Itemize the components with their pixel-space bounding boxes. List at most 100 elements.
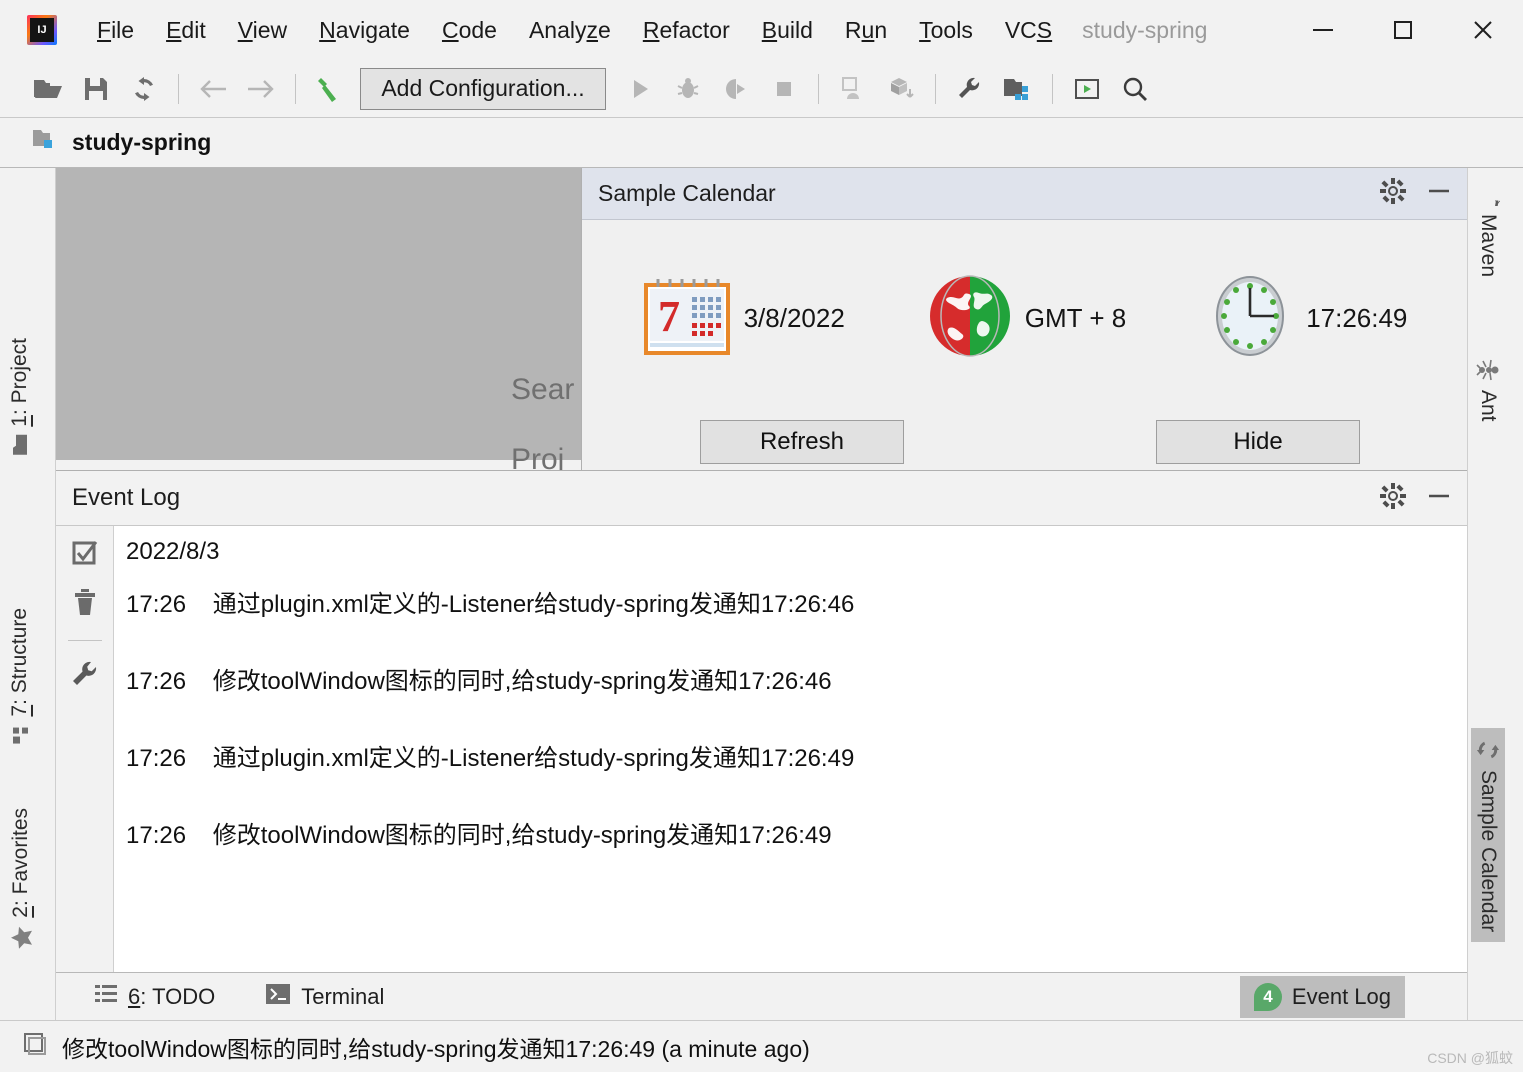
- sidebar-item-structure[interactable]: 7: Structure: [8, 608, 32, 745]
- gear-icon[interactable]: [1379, 177, 1407, 210]
- project-structure-icon[interactable]: [994, 66, 1042, 112]
- bottom-tab-terminal[interactable]: Terminal: [251, 976, 398, 1018]
- minimize-icon[interactable]: [1425, 482, 1453, 515]
- event-log-entry: 17:26 修改toolWindow图标的同时,给study-spring发通知…: [126, 815, 1467, 850]
- entry-time: 17:26: [126, 668, 187, 695]
- bottom-tab-event-log[interactable]: 4 Event Log: [1239, 975, 1405, 1018]
- watermark: CSDN @狐蚊: [1427, 1050, 1513, 1066]
- menu-item-code[interactable]: Code: [426, 13, 513, 48]
- menu-item-vcs[interactable]: VCS: [989, 13, 1068, 48]
- menu-item-analyze[interactable]: Analyze: [513, 13, 627, 48]
- event-log-toolbar: [56, 526, 114, 972]
- event-log-toolbar-separator: [67, 640, 102, 641]
- menu-bar: File Edit View Navigate Code Analyze Ref…: [81, 13, 1068, 48]
- save-icon[interactable]: [72, 66, 120, 112]
- run-icon: [616, 66, 664, 112]
- svg-text:7: 7: [658, 292, 680, 341]
- open-folder-icon[interactable]: [24, 66, 72, 112]
- center-area: Sear Proj Sample Calendar 7 3/8/2022 GMT…: [56, 168, 1467, 1020]
- build-hammer-icon[interactable]: [306, 66, 354, 112]
- clock-icon: [1206, 272, 1294, 365]
- sidebar-item-sample-calendar[interactable]: Sample Calendar: [1471, 728, 1505, 943]
- gear-icon[interactable]: [1379, 482, 1407, 515]
- sample-calendar-header: Sample Calendar: [582, 168, 1467, 220]
- entry-message: 通过plugin.xml定义的-Listener给study-spring发通知…: [212, 745, 855, 772]
- calendar-button-row: Refresh Hide: [582, 420, 1467, 464]
- svg-text:m: m: [1494, 193, 1500, 206]
- structure-squares-icon: [8, 725, 32, 745]
- status-bar-message: 修改toolWindow图标的同时,给study-spring发通知17:26:…: [62, 1035, 810, 1062]
- event-log-date-header: 2022/8/3: [126, 538, 220, 565]
- folder-icon: [8, 434, 32, 455]
- sidebar-item-favorites[interactable]: 2: Favorites: [8, 808, 34, 950]
- entry-message: 修改toolWindow图标的同时,给study-spring发通知17:26:…: [212, 822, 832, 849]
- window-controls: [1283, 2, 1523, 58]
- toolbar-separator: [295, 73, 296, 104]
- entry-message: 通过plugin.xml定义的-Listener给study-spring发通知…: [212, 591, 855, 618]
- event-log-content[interactable]: 2022/8/3 17:26 通过plugin.xml定义的-Listener给…: [114, 526, 1467, 972]
- search-everywhere-icon[interactable]: [1111, 66, 1159, 112]
- menu-item-run[interactable]: Run: [829, 13, 903, 48]
- run-anything-icon[interactable]: [1063, 66, 1111, 112]
- breadcrumb-project-label: study-spring: [72, 129, 212, 155]
- menu-item-build[interactable]: Build: [746, 13, 829, 48]
- entry-time: 17:26: [126, 591, 187, 618]
- forward-arrow-icon: [237, 66, 285, 112]
- entry-message: 修改toolWindow图标的同时,给study-spring发通知17:26:…: [212, 668, 832, 695]
- window-title: study-spring: [1082, 16, 1208, 43]
- stop-icon: [760, 66, 808, 112]
- calendar-timezone-cell: GMT + 8: [927, 273, 1126, 364]
- event-log-main: 2022/8/3 17:26 通过plugin.xml定义的-Listener给…: [56, 525, 1467, 972]
- add-configuration-button[interactable]: Add Configuration...: [360, 67, 606, 110]
- calendar-icon: 7: [642, 273, 732, 364]
- calendar-time-cell: 17:26:49: [1206, 272, 1407, 365]
- sample-calendar-title: Sample Calendar: [598, 180, 776, 206]
- intellij-window: File Edit View Navigate Code Analyze Ref…: [0, 0, 1523, 1072]
- editor-region: Sear Proj Sample Calendar 7 3/8/2022 GMT…: [56, 168, 1467, 470]
- ant-icon: [1476, 358, 1500, 382]
- mark-all-read-icon[interactable]: [70, 538, 100, 573]
- sidebar-item-project[interactable]: 1: Project: [8, 338, 32, 455]
- event-log-tool-window: Event Log 2022/8/3 17:26 通过plugin.xml定义的…: [56, 470, 1467, 972]
- menu-item-edit[interactable]: Edit: [150, 13, 222, 48]
- close-button[interactable]: [1443, 2, 1523, 58]
- sidebar-item-maven-label: Maven: [1477, 214, 1500, 278]
- event-log-entry: 17:26 修改toolWindow图标的同时,给study-spring发通知…: [126, 661, 1467, 696]
- menu-item-file[interactable]: File: [81, 13, 150, 48]
- toolbar-separator: [818, 73, 819, 104]
- sidebar-item-maven[interactable]: m Maven: [1476, 182, 1510, 278]
- refresh-button[interactable]: Refresh: [700, 420, 904, 464]
- bottom-tab-terminal-label: Terminal: [301, 983, 385, 1009]
- calendar-timezone-value: GMT + 8: [1024, 303, 1127, 333]
- update-project-icon: [877, 66, 925, 112]
- sidebar-item-ant[interactable]: Ant: [1476, 358, 1500, 422]
- left-tool-window-strip: 1: Project 7: Structure 2: Favorites: [0, 168, 56, 1020]
- sidebar-item-sample-calendar-label: Sample Calendar: [1477, 770, 1500, 933]
- hide-button[interactable]: Hide: [1156, 420, 1360, 464]
- settings-wrench-icon[interactable]: [946, 66, 994, 112]
- menu-item-view[interactable]: View: [222, 13, 303, 48]
- menu-item-refactor[interactable]: Refactor: [627, 13, 746, 48]
- intellij-logo-icon: [27, 15, 57, 45]
- workspace: 1: Project 7: Structure 2: Favorites Sea…: [0, 168, 1523, 1020]
- breadcrumb: study-spring: [0, 118, 1523, 168]
- delete-icon[interactable]: [71, 587, 99, 622]
- settings-wrench-icon[interactable]: [70, 659, 100, 694]
- editor-hint-search: Sear: [511, 373, 575, 406]
- bottom-tab-todo[interactable]: 6: TODO: [80, 976, 229, 1018]
- entry-time: 17:26: [126, 745, 187, 772]
- title-bar: File Edit View Navigate Code Analyze Ref…: [0, 0, 1523, 60]
- sync-icon: [1476, 738, 1500, 762]
- maximize-button[interactable]: [1363, 2, 1443, 58]
- sync-icon[interactable]: [120, 66, 168, 112]
- notification-icon[interactable]: [22, 1031, 48, 1062]
- menu-item-tools[interactable]: Tools: [903, 13, 989, 48]
- todo-list-icon: [94, 983, 118, 1011]
- star-icon: [8, 926, 34, 950]
- menu-item-navigate[interactable]: Navigate: [303, 13, 426, 48]
- maven-m-icon: m: [1476, 182, 1510, 215]
- minimize-button[interactable]: [1283, 2, 1363, 58]
- minimize-icon[interactable]: [1425, 177, 1453, 210]
- event-log-header-actions: [1379, 482, 1453, 515]
- event-log-title: Event Log: [72, 484, 181, 511]
